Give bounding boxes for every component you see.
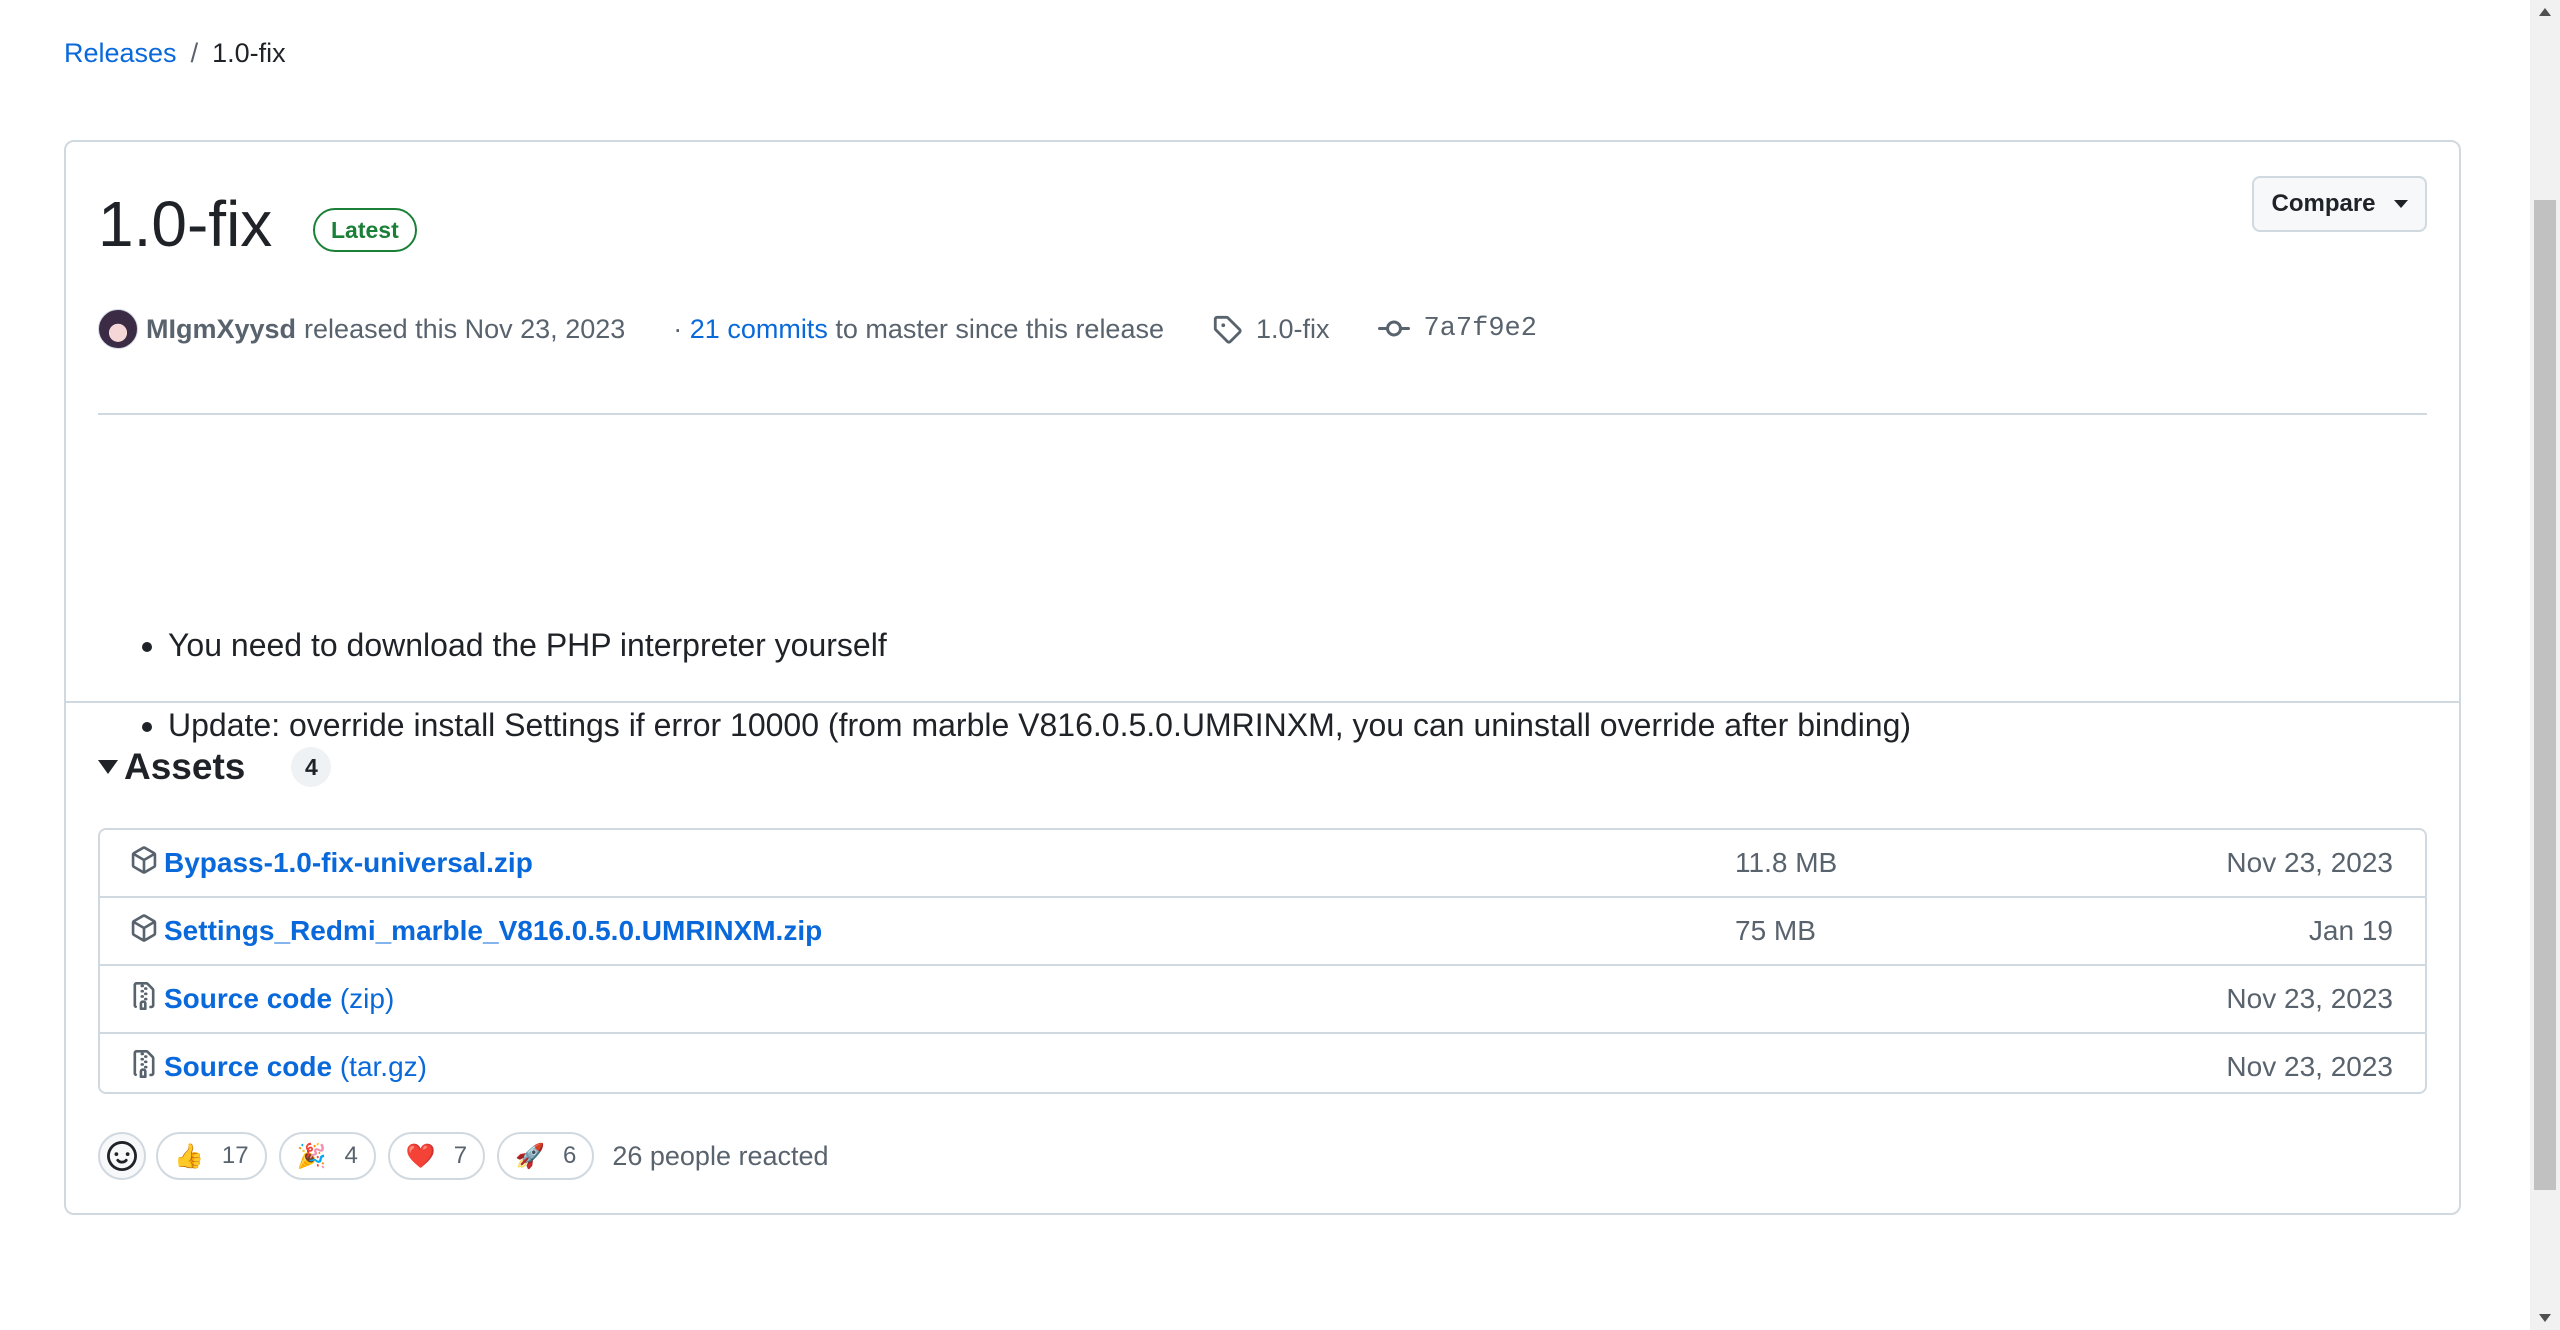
breadcrumb-releases-link[interactable]: Releases: [64, 38, 177, 69]
asset-row: Bypass-1.0-fix-universal.zip 11.8 MB Nov…: [100, 830, 2425, 898]
commit-info[interactable]: 7a7f9e2: [1377, 313, 1537, 345]
reaction-count: 4: [344, 1142, 358, 1169]
asset-date: Nov 23, 2023: [2226, 847, 2393, 878]
reaction-count: 7: [453, 1142, 468, 1169]
compare-label: Compare: [2271, 190, 2376, 217]
reactions-summary: 26 people reacted: [612, 1140, 829, 1171]
smiley-icon: [107, 1141, 137, 1171]
release-page: Releases / 1.0-fix 1.0-fix Latest Compar…: [0, 0, 2530, 1330]
asset-size: 11.8 MB: [1735, 847, 1838, 878]
reaction-rocket[interactable]: 🚀 6: [497, 1132, 595, 1180]
author-link[interactable]: MIgmXyysd: [146, 314, 296, 345]
tag-label: 1.0-fix: [1255, 313, 1330, 344]
add-reaction-button[interactable]: [98, 1132, 146, 1180]
file-zip-icon: [133, 982, 155, 1010]
assets-count-badge: 4: [291, 747, 332, 787]
scroll-up-arrow-icon[interactable]: [2539, 8, 2551, 16]
package-icon: [131, 914, 157, 942]
commits-prefix: ·: [673, 313, 683, 344]
asset-download-link[interactable]: Source code (tar.gz): [164, 1051, 427, 1083]
commits-link[interactable]: 21 commits: [690, 314, 828, 344]
release-header: 1.0-fix Latest Compare MIgmXyysd release…: [66, 142, 2459, 743]
assets-title: Assets: [124, 746, 246, 787]
assets-divider: [66, 701, 2459, 703]
triangle-down-icon[interactable]: [98, 760, 118, 774]
scrollbar-thumb[interactable]: [2534, 200, 2556, 1190]
reaction-count: 6: [562, 1142, 577, 1169]
asset-download-link[interactable]: Source code (zip): [164, 983, 394, 1015]
asset-date: Jan 19: [2308, 915, 2393, 946]
asset-name: Source code: [164, 983, 333, 1014]
breadcrumb-current: 1.0-fix: [212, 38, 286, 68]
assets-list: Bypass-1.0-fix-universal.zip 11.8 MB Nov…: [98, 828, 2427, 1094]
breadcrumb: Releases / 1.0-fix: [64, 38, 286, 69]
file-zip-icon: [133, 1050, 155, 1078]
thumbs-up-icon: 👍: [174, 1142, 204, 1170]
breadcrumb-separator: /: [190, 38, 199, 68]
release-note-item: You need to download the PHP interpreter…: [168, 618, 1911, 672]
asset-row: Source code (zip) Nov 23, 2023: [100, 966, 2425, 1034]
party-icon: 🎉: [296, 1142, 327, 1170]
asset-format: (zip): [339, 983, 395, 1014]
asset-name: Settings_Redmi_marble_V816.0.5.0.UMRINXM…: [164, 915, 823, 946]
scroll-down-arrow-icon[interactable]: [2539, 1314, 2551, 1322]
asset-name: Source code: [164, 1051, 333, 1082]
asset-download-link[interactable]: Bypass-1.0-fix-universal.zip: [164, 847, 533, 879]
tag-icon: [1213, 315, 1242, 344]
reaction-hooray[interactable]: 🎉 4: [278, 1132, 376, 1180]
release-card: 1.0-fix Latest Compare MIgmXyysd release…: [64, 140, 2461, 1215]
package-icon: [131, 846, 157, 874]
asset-date: Nov 23, 2023: [2226, 983, 2393, 1014]
latest-badge: Latest: [313, 208, 417, 252]
heart-icon: ❤️: [405, 1142, 436, 1170]
commits-info: · 21 commits to master since this releas…: [673, 314, 1164, 345]
commit-sha: 7a7f9e2: [1423, 314, 1537, 344]
caret-down-icon: [2393, 200, 2408, 208]
reaction-thumbs-up[interactable]: 👍 17: [156, 1132, 267, 1180]
release-note-item: Update: override install Settings if err…: [168, 698, 1911, 752]
vertical-scrollbar[interactable]: [2530, 0, 2560, 1330]
release-title[interactable]: 1.0-fix: [98, 192, 272, 256]
assets-header[interactable]: Assets 4: [98, 746, 332, 788]
release-notes: You need to download the PHP interpreter…: [130, 618, 1911, 778]
reaction-heart[interactable]: ❤️ 7: [387, 1132, 486, 1180]
reactions-bar: 👍 17 🎉 4 ❤️ 7 🚀 6 26 people reacted: [98, 1132, 829, 1180]
avatar[interactable]: [98, 309, 138, 349]
tag-info[interactable]: 1.0-fix: [1212, 314, 1330, 345]
asset-size: 75 MB: [1735, 915, 1816, 946]
asset-date: Nov 23, 2023: [2226, 1051, 2393, 1082]
released-text: released this Nov 23, 2023: [304, 313, 626, 344]
asset-name: Bypass-1.0-fix-universal.zip: [164, 847, 533, 878]
commits-suffix: to master since this release: [835, 313, 1164, 344]
asset-download-link[interactable]: Settings_Redmi_marble_V816.0.5.0.UMRINXM…: [164, 915, 822, 947]
asset-format: (tar.gz): [339, 1051, 427, 1082]
git-commit-icon: [1377, 320, 1410, 337]
compare-button[interactable]: Compare: [2252, 176, 2427, 232]
asset-row: Settings_Redmi_marble_V816.0.5.0.UMRINXM…: [100, 898, 2425, 966]
header-divider: [98, 413, 2427, 415]
release-meta: MIgmXyysd released this Nov 23, 2023 · 2…: [98, 304, 1537, 354]
asset-row: Source code (tar.gz) Nov 23, 2023: [100, 1034, 2425, 1092]
rocket-icon: 🚀: [515, 1142, 545, 1170]
reaction-count: 17: [221, 1142, 249, 1169]
